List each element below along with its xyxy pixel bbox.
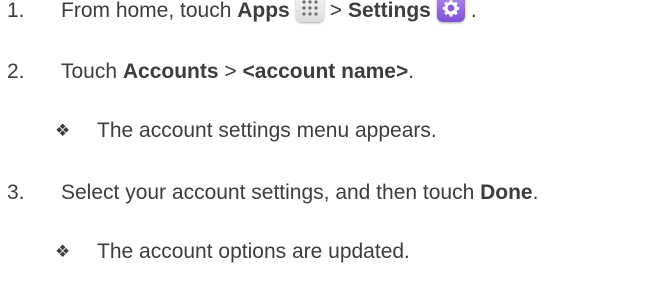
done-label: Done [480, 181, 533, 204]
step-text: From home, touch Apps > Settings . [61, 0, 477, 25]
instruction-document: 1. From home, touch Apps > Settings . 2.… [0, 0, 665, 297]
settings-label: Settings [348, 0, 431, 22]
diamond-bullet-icon: ❖ [55, 242, 71, 261]
step-number: 2. [7, 60, 25, 83]
step-number: 3. [7, 181, 25, 204]
apps-label: Apps [237, 0, 290, 22]
step-end: . [470, 0, 477, 22]
accounts-label: Accounts [122, 60, 219, 83]
step-end: . [532, 181, 539, 204]
note-text: The account options are updated. [97, 240, 410, 263]
step-text: Select your account settings, and then t… [61, 179, 538, 207]
apps-grid-icon [295, 0, 324, 22]
step-text-plain: Touch [61, 60, 123, 83]
settings-gear-icon [436, 0, 465, 22]
note-text: The account settings menu appears. [97, 119, 437, 142]
separator: > [218, 60, 243, 83]
diamond-bullet-icon: ❖ [55, 121, 71, 140]
step-end: . [408, 60, 415, 83]
step-text-plain: Select your account settings, and then t… [61, 181, 481, 204]
step-text-plain: From home, touch [61, 0, 238, 22]
step-number: 1. [7, 0, 25, 22]
account-name-label: <account name> [242, 60, 409, 83]
step-text: Touch Accounts > <account name> . [61, 58, 414, 86]
separator: > [329, 0, 342, 22]
